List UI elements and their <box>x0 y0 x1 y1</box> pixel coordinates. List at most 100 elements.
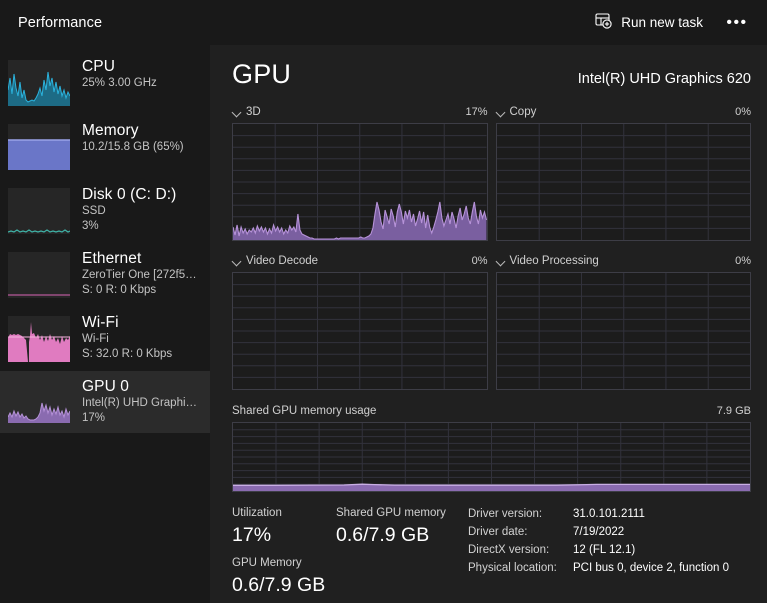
more-options-button[interactable]: ••• <box>719 8 755 38</box>
sidebar-item-sub1: Wi-Fi <box>82 333 109 345</box>
cpu-thumbnail <box>8 60 70 106</box>
sidebar-item-sub2: 3% <box>82 220 99 232</box>
sidebar-item-sub2: S: 0 R: 0 Kbps <box>82 284 157 296</box>
sidebar-item-sub1: 25% 3.00 GHz <box>82 77 157 89</box>
graph-header-3d[interactable]: 3D 17% <box>232 104 488 120</box>
memory-thumbnail <box>8 124 70 170</box>
physical-location-label: Physical location: <box>468 562 557 574</box>
run-new-task-label: Run new task <box>621 15 703 30</box>
graph-label-video-processing: Video Processing <box>509 255 599 267</box>
graph-label-shared-memory: Shared GPU memory usage <box>232 405 377 417</box>
sidebar-item-sub1: ZeroTier One [272f5… <box>82 269 197 281</box>
disk-thumbnail <box>8 188 70 234</box>
sidebar-item-wifi[interactable]: Wi-Fi Wi-Fi S: 32.0 R: 0 Kbps <box>0 307 210 369</box>
utilization-label: Utilization <box>232 507 282 519</box>
sidebar-item-sub1: Intel(R) UHD Graphic… <box>82 397 202 409</box>
sidebar-item-text: Ethernet ZeroTier One [272f5… S: 0 R: 0 … <box>82 249 197 298</box>
graph-label-3d: 3D <box>246 106 261 118</box>
graph-cell-3d: 3D 17% <box>232 104 488 241</box>
new-task-icon <box>595 12 612 34</box>
graph-plot-3d <box>232 123 488 241</box>
graph-cell-video-decode: Video Decode 0% <box>232 253 488 390</box>
sidebar-item-title: GPU 0 <box>82 378 130 395</box>
driver-date-value: 7/19/2022 <box>573 526 625 538</box>
sidebar-item-sub2: 17% <box>82 412 106 424</box>
ethernet-thumbnail <box>8 252 70 298</box>
utilization-value: 17% <box>232 524 272 546</box>
sidebar-item-sub1: SSD <box>82 205 106 217</box>
sidebar-item-ethernet[interactable]: Ethernet ZeroTier One [272f5… S: 0 R: 0 … <box>0 243 210 305</box>
gpu-stats: Utilization 17% GPU Memory 0.6/7.9 GB Sh… <box>232 505 751 603</box>
sidebar-item-cpu[interactable]: CPU 25% 3.00 GHz <box>0 51 210 113</box>
info-row: Driver date: 7/19/2022 <box>468 523 751 541</box>
sidebar-item-sub2: S: 32.0 R: 0 Kbps <box>82 348 173 360</box>
directx-version-value: 12 (FL 12.1) <box>573 544 636 556</box>
main-header: GPU Intel(R) UHD Graphics 620 <box>232 59 751 90</box>
page-title: Performance <box>18 14 103 31</box>
gpu-memory-label: GPU Memory <box>232 557 302 569</box>
graph-value-shared-memory: 7.9 GB <box>716 405 751 417</box>
shared-gpu-memory-block: Shared GPU memory usage 7.9 GB <box>232 403 751 492</box>
graph-value-video-processing: 0% <box>735 255 751 267</box>
sidebar-item-gpu-0[interactable]: GPU 0 Intel(R) UHD Graphic… 17% <box>0 371 210 433</box>
content-area: CPU 25% 3.00 GHz Memory 10.2/15.8 GB (65… <box>0 45 767 603</box>
sidebar-item-title: Disk 0 (C: D:) <box>82 186 177 203</box>
chevron-down-icon[interactable] <box>496 107 507 118</box>
physical-location-value: PCI bus 0, device 2, function 0 <box>573 562 729 574</box>
graph-value-video-decode: 0% <box>471 255 488 267</box>
sidebar-item-disk-0[interactable]: Disk 0 (C: D:) SSD 3% <box>0 179 210 241</box>
sidebar-item-text: Disk 0 (C: D:) SSD 3% <box>82 185 176 234</box>
gpu-thumbnail <box>8 391 70 423</box>
main-title: GPU <box>232 59 292 89</box>
directx-version-label: DirectX version: <box>468 544 550 556</box>
graph-header-copy[interactable]: Copy 0% <box>496 104 752 120</box>
run-new-task-button[interactable]: Run new task <box>585 8 713 38</box>
graph-label-copy: Copy <box>509 106 537 118</box>
sidebar-item-text: GPU 0 Intel(R) UHD Graphic… 17% <box>82 377 202 426</box>
sidebar-item-title: Ethernet <box>82 250 142 267</box>
shared-memory-label: Shared GPU memory <box>336 507 446 519</box>
resource-sidebar: CPU 25% 3.00 GHz Memory 10.2/15.8 GB (65… <box>0 45 210 603</box>
shared-memory-value: 0.6/7.9 GB <box>336 524 430 546</box>
stats-column-driver-info: Driver version: 31.0.101.2111 Driver dat… <box>464 505 751 603</box>
sidebar-item-title: Wi-Fi <box>82 314 119 331</box>
graph-plot-video-decode <box>232 272 488 390</box>
title-bar: Performance Run new task ••• <box>0 0 767 45</box>
graph-plot-shared-memory <box>232 422 751 492</box>
chevron-down-icon[interactable] <box>232 107 243 118</box>
sidebar-item-title: Memory <box>82 122 139 139</box>
sidebar-item-text: CPU 25% 3.00 GHz <box>82 57 157 91</box>
sidebar-item-title: CPU <box>82 58 116 75</box>
chevron-down-icon[interactable] <box>496 256 507 267</box>
graph-cell-copy: Copy 0% <box>495 104 752 241</box>
stats-column-shared-memory: Shared GPU memory 0.6/7.9 GB <box>336 505 464 603</box>
driver-version-label: Driver version: <box>468 508 543 520</box>
info-row: DirectX version: 12 (FL 12.1) <box>468 541 751 559</box>
graph-plot-copy <box>495 123 751 241</box>
driver-date-label: Driver date: <box>468 526 528 538</box>
info-row: Driver version: 31.0.101.2111 <box>468 505 751 523</box>
stats-column-utilization: Utilization 17% GPU Memory 0.6/7.9 GB <box>232 505 336 603</box>
wifi-thumbnail <box>8 316 70 362</box>
graph-value-3d: 17% <box>465 106 488 118</box>
gpu-device-name: Intel(R) UHD Graphics 620 <box>577 71 751 87</box>
graph-row-1: 3D 17% Copy 0% <box>232 104 751 241</box>
driver-version-value: 31.0.101.2111 <box>573 508 645 520</box>
graph-plot-video-processing <box>495 272 751 390</box>
sidebar-item-text: Wi-Fi Wi-Fi S: 32.0 R: 0 Kbps <box>82 313 172 362</box>
graph-header-video-processing[interactable]: Video Processing 0% <box>496 253 752 269</box>
sidebar-item-text: Memory 10.2/15.8 GB (65%) <box>82 121 184 155</box>
graph-cell-video-processing: Video Processing 0% <box>495 253 752 390</box>
sidebar-item-sub1: 10.2/15.8 GB (65%) <box>82 141 184 153</box>
graph-header-video-decode[interactable]: Video Decode 0% <box>232 253 488 269</box>
chevron-down-icon[interactable] <box>232 256 243 267</box>
graph-header-shared-memory: Shared GPU memory usage 7.9 GB <box>232 403 751 419</box>
task-manager-window: Performance Run new task ••• CPU 25% 3.0… <box>0 0 767 603</box>
info-row: Physical location: PCI bus 0, device 2, … <box>468 559 751 577</box>
graph-value-copy: 0% <box>735 106 751 118</box>
graph-label-video-decode: Video Decode <box>246 255 319 267</box>
gpu-detail-panel: GPU Intel(R) UHD Graphics 620 3D 17% Cop… <box>210 45 767 603</box>
graph-row-2: Video Decode 0% Video Processing 0% <box>232 253 751 390</box>
sidebar-item-memory[interactable]: Memory 10.2/15.8 GB (65%) <box>0 115 210 177</box>
gpu-memory-value: 0.6/7.9 GB <box>232 574 326 596</box>
